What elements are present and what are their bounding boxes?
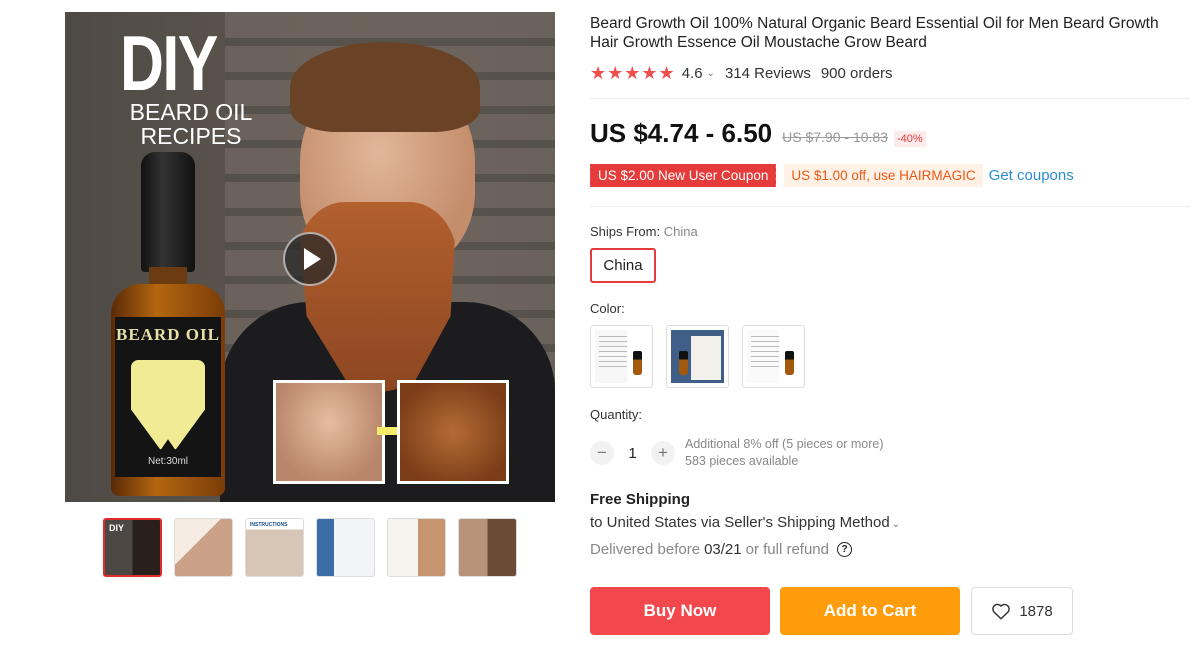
buy-now-button[interactable]: Buy Now [590,587,770,635]
color-swatch-3[interactable] [742,325,805,388]
rating-row: ★★★★★ 4.6 ⌄ 314 Reviews 900 orders [590,63,893,84]
bottle-dropper [141,152,195,272]
delivered-date: 03/21 [704,541,742,558]
original-price: US $7.90 - 10.83 [782,129,888,145]
thumbnail-caption: INSTRUCTIONS [250,522,288,528]
wishlist-button[interactable]: 1878 [971,587,1073,635]
delivered-suffix: or full refund [745,541,829,558]
quantity-decrease-button[interactable]: − [590,441,614,465]
swatch-image [671,330,724,383]
price-row: US $4.74 - 6.50 US $7.90 - 10.83 -40% [590,118,926,149]
heart-icon [992,603,1011,620]
bottle-icon [679,351,688,375]
delivery-estimate: Delivered before 03/21 or full refund ? [590,541,852,558]
quantity-note: Additional 8% off (5 pieces or more) 583… [685,436,883,470]
color-swatch-2[interactable] [666,325,729,388]
quantity-input[interactable]: 1 [614,445,651,462]
ships-from-label: Ships From: China [590,224,698,239]
shipping-method-text: to United States via Seller's Shipping M… [590,514,890,531]
color-label: Color: [590,301,625,316]
free-shipping-title: Free Shipping [590,491,691,508]
bottle-label-title: BEARD OIL [116,325,220,344]
add-to-cart-button[interactable]: Add to Cart [780,587,960,635]
swatch-image [595,330,648,383]
divider [590,206,1190,207]
rating-value[interactable]: 4.6 [682,65,703,82]
thumbnail-2[interactable] [174,518,233,577]
ships-from-title: Ships From: [590,224,661,239]
thumbnail-caption: DIY [109,523,125,533]
help-icon[interactable]: ? [837,542,852,557]
quantity-increase-button[interactable]: + [651,441,675,465]
swatch-text [751,336,779,370]
new-user-coupon[interactable]: US $2.00 New User Coupon [587,164,777,187]
star-rating-icon: ★★★★★ [590,63,676,83]
ships-from-option-china[interactable]: China [590,248,656,283]
recipes-heading: BEARD OIL RECIPES [129,99,253,149]
thumbnail-strip: DIY INSTRUCTIONS [103,518,517,577]
reviews-link[interactable]: 314 Reviews [725,65,811,82]
wishlist-count: 1878 [1019,602,1053,620]
color-swatch-1[interactable] [590,325,653,388]
thumbnail-5[interactable] [387,518,446,577]
thumbnail-1[interactable]: DIY [103,518,162,577]
bottle-icon [633,351,642,375]
coupon-row: US $2.00 New User Coupon US $1.00 off, u… [587,164,1074,187]
diy-heading: DIY [120,19,218,107]
ships-from-value: China [663,224,698,239]
delivered-prefix: Delivered before [590,541,701,558]
quantity-stepper: − 1 + Additional 8% off (5 pieces or mor… [590,436,883,470]
play-video-button[interactable] [283,232,337,286]
discount-badge: -40% [893,131,926,147]
thumbnail-4[interactable] [316,518,375,577]
orders-count: 900 orders [820,65,893,82]
after-image [397,380,509,484]
product-title: Beard Growth Oil 100% Natural Organic Be… [590,15,1159,51]
play-icon [304,248,321,270]
shipping-method-selector[interactable]: to United States via Seller's Shipping M… [590,514,910,531]
swatch-image [747,330,800,383]
chevron-down-icon[interactable]: ⌄ [707,68,715,79]
current-price: US $4.74 - 6.50 [590,118,773,148]
thumbnail-6[interactable] [458,518,517,577]
divider [590,98,1190,99]
main-product-image[interactable]: DIY BEARD OIL RECIPES BEARD OIL Net:30ml [65,12,555,502]
color-swatches [590,325,805,388]
bulk-discount-note: Additional 8% off (5 pieces or more) [685,437,884,451]
before-image [273,380,385,484]
quantity-label: Quantity: [590,407,643,422]
swatch-text [599,336,627,370]
stock-available: 583 pieces available [685,454,799,468]
chevron-down-icon: ⌄ [891,519,901,530]
bottle-volume: Net:30ml [147,456,188,467]
thumbnail-3[interactable]: INSTRUCTIONS [245,518,304,577]
model-hair [290,42,480,132]
get-coupons-link[interactable]: Get coupons [989,167,1074,184]
bottle-icon [785,351,794,375]
promo-code-coupon[interactable]: US $1.00 off, use HAIRMAGIC [784,164,983,187]
